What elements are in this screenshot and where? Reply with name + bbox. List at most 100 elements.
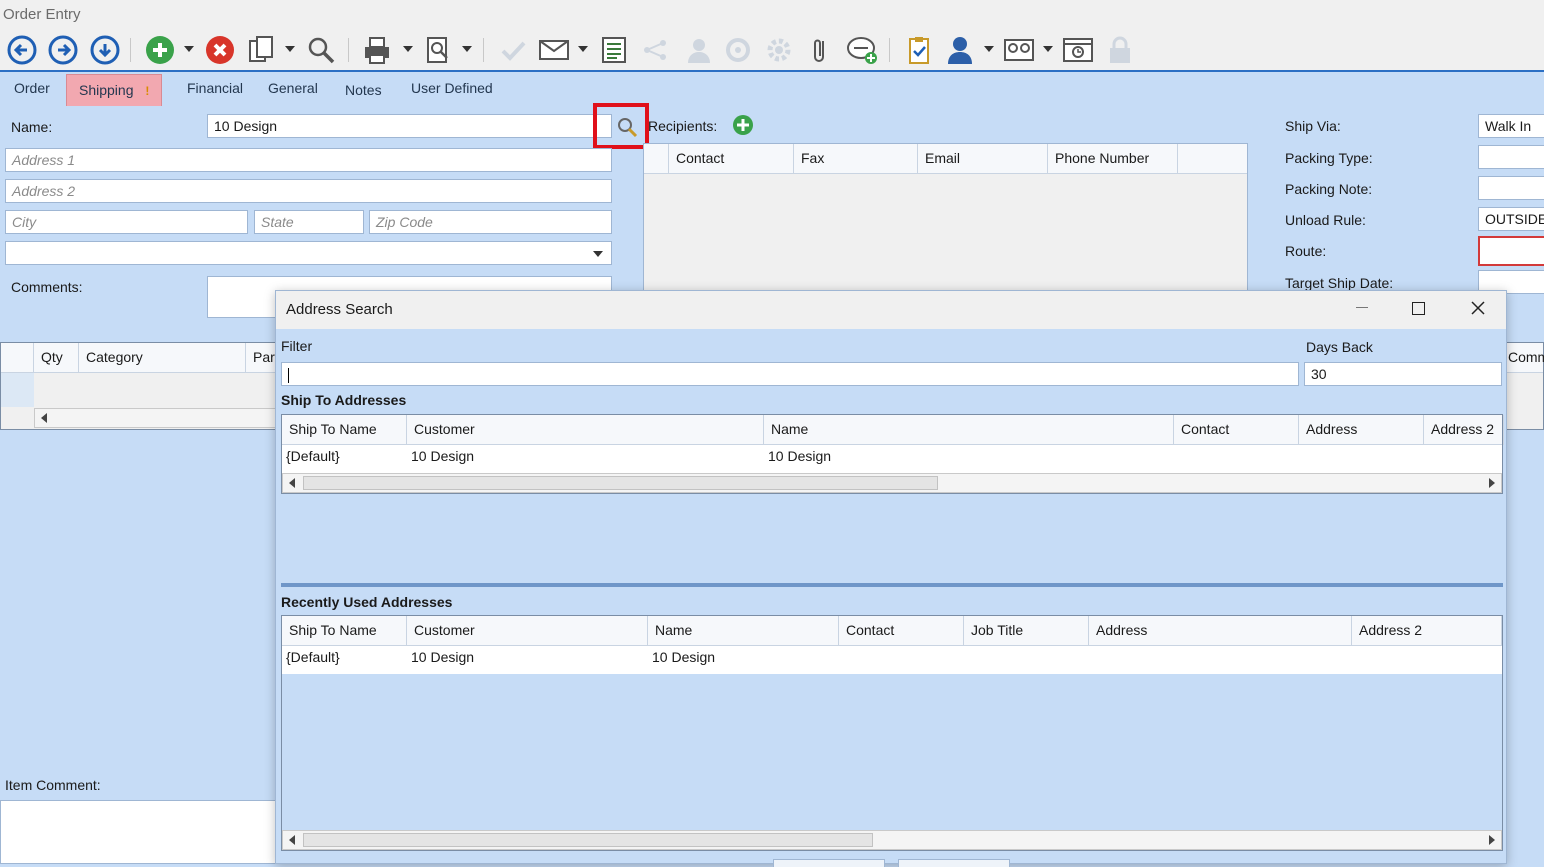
close-icon[interactable] xyxy=(1469,299,1487,317)
list-icon[interactable] xyxy=(598,34,630,66)
copy-icon[interactable] xyxy=(245,34,277,66)
lock-icon[interactable] xyxy=(1104,34,1136,66)
warning-badge: ! xyxy=(145,84,150,98)
tab-shipping[interactable]: Shipping ! xyxy=(66,74,163,106)
tab-general[interactable]: General xyxy=(268,80,318,96)
address1-field[interactable]: Address 1 xyxy=(5,148,612,172)
column-header[interactable]: Category xyxy=(79,343,246,373)
item-comment-label: Item Comment: xyxy=(5,777,101,793)
column-header[interactable]: Email xyxy=(918,144,1048,174)
days-back-label: Days Back xyxy=(1306,339,1373,355)
zip-field[interactable]: Zip Code xyxy=(369,210,612,234)
maximize-icon[interactable] xyxy=(1412,302,1425,315)
column-header[interactable]: Phone Number xyxy=(1048,144,1178,174)
splitter[interactable] xyxy=(281,583,1503,587)
column-header[interactable]: Ship To Name xyxy=(282,616,407,646)
tab-financial[interactable]: Financial xyxy=(187,80,243,96)
column-header[interactable]: Customer xyxy=(407,616,648,646)
target-ship-date-label: Target Ship Date: xyxy=(1285,275,1394,291)
route-label: Route: xyxy=(1285,243,1327,259)
column-header[interactable]: Address xyxy=(1089,616,1352,646)
scroll-left-icon[interactable] xyxy=(35,409,53,427)
share-icon[interactable] xyxy=(639,34,671,66)
calendar-clock-icon[interactable] xyxy=(1062,34,1094,66)
comment-add-icon[interactable] xyxy=(846,34,878,66)
cancel-button[interactable] xyxy=(898,859,1010,867)
items-scrollbar[interactable] xyxy=(34,408,279,428)
down-arrow-icon[interactable] xyxy=(89,34,121,66)
route-field[interactable] xyxy=(1478,236,1544,266)
column-header[interactable]: Address 2 xyxy=(1352,616,1502,646)
column-header[interactable]: Name xyxy=(648,616,839,646)
print-preview-icon[interactable] xyxy=(422,34,454,66)
city-field[interactable]: City xyxy=(5,210,248,234)
back-arrow-icon[interactable] xyxy=(6,34,38,66)
packing-note-field[interactable] xyxy=(1478,176,1544,200)
paperclip-icon[interactable] xyxy=(804,34,836,66)
unload-rule-field[interactable]: OUTSIDE xyxy=(1478,207,1544,231)
packing-type-field[interactable] xyxy=(1478,145,1544,169)
address-search-dialog: Address Search Filter Days Back 30 Ship … xyxy=(275,290,1507,867)
print-icon[interactable] xyxy=(361,34,393,66)
recipients-label: Recipients: xyxy=(648,118,718,134)
column-header[interactable]: Contact xyxy=(1174,415,1299,445)
days-back-input[interactable]: 30 xyxy=(1304,362,1502,386)
name-field[interactable]: 10 Design xyxy=(207,114,612,138)
recipients-grid: Contact Fax Email Phone Number xyxy=(643,143,1248,293)
tab-bar: Order Shipping ! Financial General Notes… xyxy=(0,70,1544,106)
column-header[interactable]: Ship To Name xyxy=(282,415,407,445)
column-header[interactable]: Fax xyxy=(794,144,918,174)
ship-via-label: Ship Via: xyxy=(1285,118,1341,134)
tab-user-defined[interactable]: User Defined xyxy=(411,80,493,96)
search-icon[interactable] xyxy=(305,34,337,66)
scroll-thumb[interactable] xyxy=(303,476,938,490)
column-header[interactable]: Comm xyxy=(1501,343,1544,373)
clipboard-check-icon[interactable] xyxy=(903,34,935,66)
check-icon[interactable] xyxy=(497,34,529,66)
column-header[interactable]: Address xyxy=(1299,415,1424,445)
column-header[interactable]: Address 2 xyxy=(1424,415,1504,445)
scroll-right-icon[interactable] xyxy=(1483,474,1501,492)
scroll-thumb[interactable] xyxy=(303,833,873,847)
address2-field[interactable]: Address 2 xyxy=(5,179,612,203)
scroll-left-icon[interactable] xyxy=(283,474,301,492)
column-header[interactable]: Contact xyxy=(669,144,794,174)
name-label: Name: xyxy=(11,119,53,135)
add-recipient-icon[interactable] xyxy=(732,114,754,136)
table-row[interactable]: {Default} 10 Design 10 Design xyxy=(282,445,1502,471)
user-icon[interactable] xyxy=(683,34,715,66)
scroll-left-icon[interactable] xyxy=(283,831,301,849)
comments-label: Comments: xyxy=(11,279,83,295)
forward-arrow-icon[interactable] xyxy=(47,34,79,66)
item-comment-field[interactable] xyxy=(0,800,280,864)
ship-to-grid: Ship To Name Customer Name Contact Addre… xyxy=(281,414,1504,494)
ship-to-section-title: Ship To Addresses xyxy=(281,392,407,408)
puzzle-icon[interactable] xyxy=(722,34,754,66)
dialog-title: Address Search xyxy=(286,301,393,318)
ship-to-scrollbar[interactable] xyxy=(282,473,1502,493)
tab-notes[interactable]: Notes xyxy=(345,82,382,98)
column-header[interactable]: Job Title xyxy=(964,616,1089,646)
recent-scrollbar[interactable] xyxy=(282,830,1502,850)
add-icon[interactable] xyxy=(144,34,176,66)
column-header[interactable]: Customer xyxy=(407,415,764,445)
column-header[interactable]: Qty xyxy=(34,343,79,373)
ship-via-field[interactable]: Walk In xyxy=(1478,114,1544,138)
cancel-icon[interactable] xyxy=(204,34,236,66)
tab-order[interactable]: Order xyxy=(14,80,50,96)
column-header[interactable]: Contact xyxy=(839,616,964,646)
scroll-right-icon[interactable] xyxy=(1483,831,1501,849)
packing-note-label: Packing Note: xyxy=(1285,181,1373,197)
filter-input[interactable] xyxy=(281,362,1299,386)
email-icon[interactable] xyxy=(538,34,570,66)
gear-icon[interactable] xyxy=(763,34,795,66)
ok-button[interactable] xyxy=(773,859,885,867)
country-select[interactable] xyxy=(5,241,612,265)
minimize-icon[interactable] xyxy=(1356,307,1368,308)
name-search-icon[interactable] xyxy=(614,114,640,140)
column-header[interactable]: Name xyxy=(764,415,1174,445)
tape-recorder-icon[interactable] xyxy=(1003,34,1035,66)
table-row[interactable]: {Default} 10 Design 10 Design xyxy=(282,646,1502,674)
state-field[interactable]: State xyxy=(254,210,364,234)
person-icon[interactable] xyxy=(944,34,976,66)
